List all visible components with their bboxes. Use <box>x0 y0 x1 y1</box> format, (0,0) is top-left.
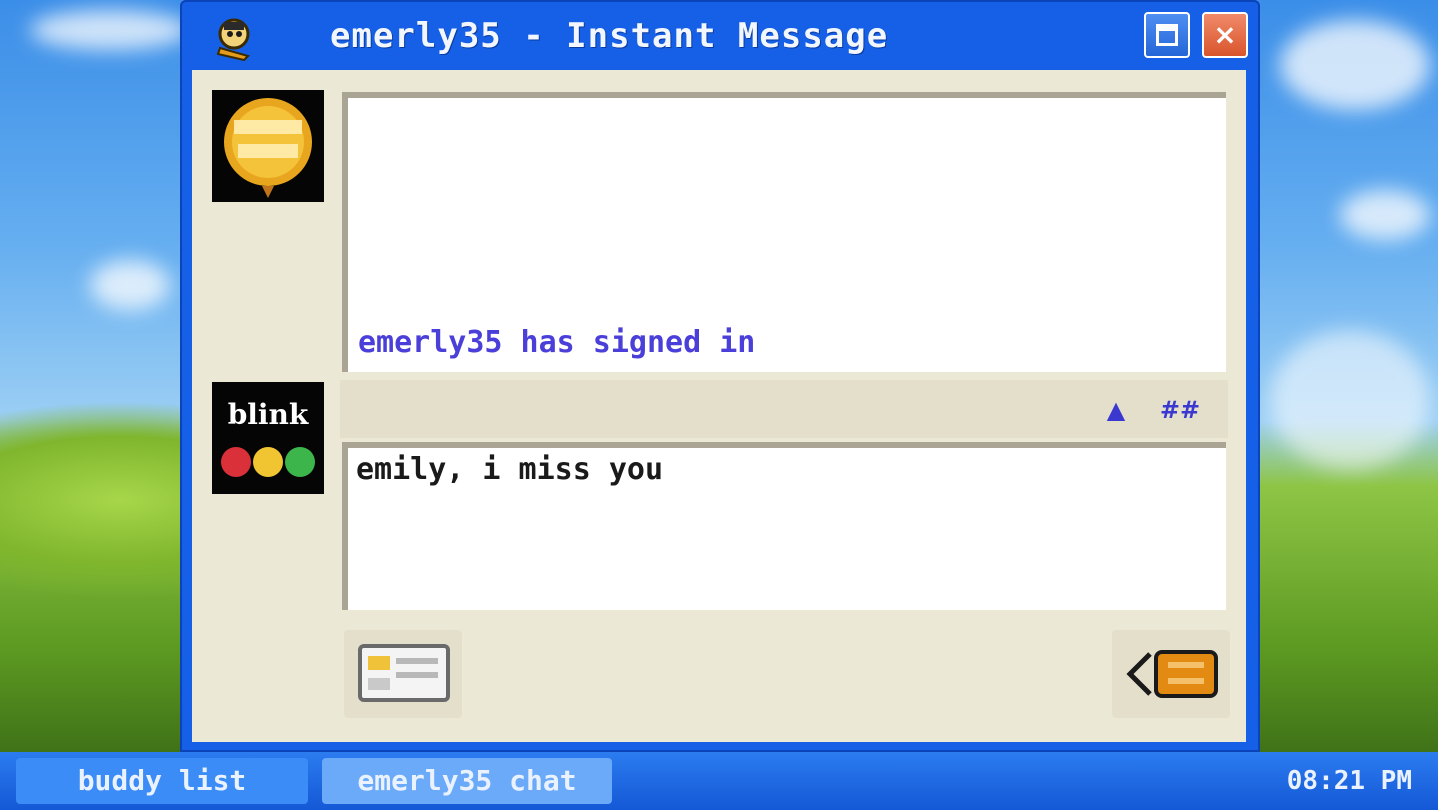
taskbar-item-buddy-list[interactable]: buddy list <box>16 758 308 804</box>
messenger-app-icon <box>210 12 260 62</box>
cloud <box>90 260 170 310</box>
font-color-button[interactable]: ▲ <box>1088 388 1144 432</box>
profile-card-icon <box>358 644 450 702</box>
status-message: emerly35 has signed in <box>358 325 756 360</box>
profile-button[interactable] <box>344 630 462 718</box>
font-color-icon: ▲ <box>1106 396 1126 424</box>
window-title: emerly35 - Instant Message <box>330 16 889 56</box>
title-bar[interactable]: emerly35 - Instant Message × <box>180 0 1260 70</box>
cloud <box>1270 330 1430 470</box>
format-toolbar: ▲ ## <box>340 380 1228 438</box>
taskbar: buddy list emerly35 chat 08:21 PM <box>0 752 1438 810</box>
close-button[interactable]: × <box>1202 12 1248 58</box>
window-client-area: emerly35 has signed in blink ▲ ## emily,… <box>192 70 1246 742</box>
blink-avatar-icon: blink <box>212 382 324 494</box>
compose-text: emily, i miss you <box>356 452 664 487</box>
cloud <box>1280 20 1430 110</box>
send-icon <box>1126 650 1218 698</box>
message-history[interactable]: emerly35 has signed in <box>342 92 1226 372</box>
cloud <box>1340 190 1430 240</box>
font-size-icon: ## <box>1159 396 1201 424</box>
taskbar-clock: 08:21 PM <box>1286 766 1412 796</box>
buddy-avatar-icon <box>212 90 324 202</box>
send-button[interactable] <box>1112 630 1230 718</box>
blink-avatar-word: blink <box>228 398 309 431</box>
close-icon: × <box>1213 18 1237 51</box>
minimize-icon <box>1156 24 1178 46</box>
cloud <box>30 10 190 50</box>
font-size-button[interactable]: ## <box>1152 388 1208 432</box>
compose-message-input[interactable]: emily, i miss you <box>342 442 1226 610</box>
instant-message-window: emerly35 - Instant Message × emerly35 ha… <box>180 0 1260 752</box>
taskbar-item-chat[interactable]: emerly35 chat <box>322 758 612 804</box>
minimize-button[interactable] <box>1144 12 1190 58</box>
